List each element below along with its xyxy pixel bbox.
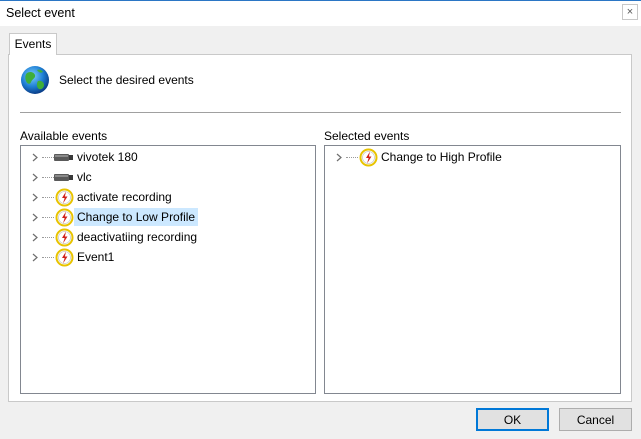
close-icon: ×: [626, 6, 634, 18]
tab-events-label: Events: [14, 37, 52, 51]
tree-item-label: Event1: [77, 250, 115, 264]
tree-item-label: deactivatiing recording: [77, 230, 198, 244]
tree-item[interactable]: vlc: [30, 167, 95, 187]
expand-chevron-icon[interactable]: [30, 207, 40, 227]
close-button[interactable]: ×: [622, 4, 638, 20]
event-lightning-icon: [54, 227, 74, 247]
tree-connector: [346, 156, 358, 158]
tree-item[interactable]: vivotek 180: [30, 147, 141, 167]
expand-chevron-icon[interactable]: [30, 187, 40, 207]
tab-events[interactable]: Events: [9, 33, 57, 55]
tree-connector: [42, 256, 54, 258]
separator: [20, 112, 621, 113]
available-events-label: Available events: [20, 129, 108, 143]
tree-connector: [42, 176, 54, 178]
event-lightning-icon: [54, 247, 74, 267]
ok-button[interactable]: OK: [476, 408, 549, 431]
title-bar: Select event ×: [0, 0, 641, 26]
tree-connector: [42, 196, 54, 198]
tree-item-label: vivotek 180: [77, 150, 138, 164]
available-events-list[interactable]: vivotek 180 vlc activate recording Change t…: [20, 145, 316, 394]
camera-icon: [54, 147, 74, 167]
event-lightning-icon: [54, 187, 74, 207]
tree-item[interactable]: activate recording: [30, 187, 175, 207]
selected-events-list[interactable]: Change to High Profile: [324, 145, 621, 394]
tree-item[interactable]: deactivatiing recording: [30, 227, 200, 247]
expand-chevron-icon[interactable]: [30, 227, 40, 247]
event-lightning-icon: [54, 207, 74, 227]
expand-chevron-icon[interactable]: [334, 147, 344, 167]
globe-icon: [21, 66, 49, 94]
expand-chevron-icon[interactable]: [30, 147, 40, 167]
tree-item-label: vlc: [77, 170, 92, 184]
window-title: Select event: [6, 6, 75, 20]
expand-chevron-icon[interactable]: [30, 247, 40, 267]
tree-item-label: activate recording: [77, 190, 172, 204]
tree-item[interactable]: Change to Low Profile: [30, 207, 199, 227]
tree-connector: [42, 216, 54, 218]
tree-item-label: Change to Low Profile: [74, 208, 199, 226]
camera-icon: [54, 167, 74, 187]
tree-item[interactable]: Change to High Profile: [334, 147, 505, 167]
expand-chevron-icon[interactable]: [30, 167, 40, 187]
event-lightning-icon: [358, 147, 378, 167]
cancel-button[interactable]: Cancel: [559, 408, 632, 431]
tree-connector: [42, 236, 54, 238]
selected-events-label: Selected events: [324, 129, 410, 143]
instruction-text: Select the desired events: [59, 73, 194, 87]
tree-connector: [42, 156, 54, 158]
tree-item[interactable]: Event1: [30, 247, 117, 267]
tree-item-label: Change to High Profile: [381, 150, 502, 164]
